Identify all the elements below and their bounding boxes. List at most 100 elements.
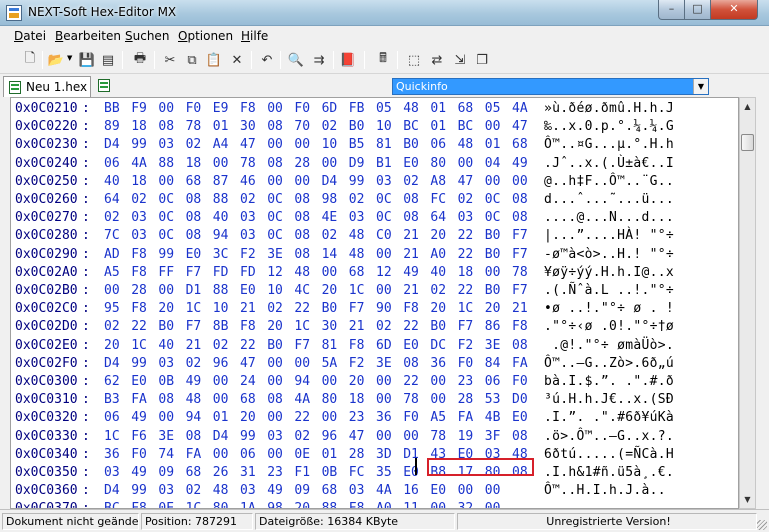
resize-grip[interactable] <box>757 520 767 530</box>
hex-byte[interactable]: 00 <box>376 246 392 264</box>
hex-byte[interactable]: 08 <box>186 209 202 227</box>
hex-byte[interactable]: 01 <box>430 100 446 118</box>
hex-byte[interactable]: 6D <box>376 337 392 355</box>
hex-byte[interactable]: 0E <box>294 446 310 464</box>
hex-byte[interactable]: 3D <box>376 446 392 464</box>
hex-byte[interactable]: 00 <box>376 428 392 446</box>
open-folder-icon[interactable]: 📂 <box>46 50 66 70</box>
hex-byte[interactable]: 64 <box>104 191 120 209</box>
hex-byte[interactable]: 0B <box>322 464 338 482</box>
hex-byte[interactable]: 02 <box>294 428 310 446</box>
hex-byte[interactable]: 02 <box>349 191 365 209</box>
hex-byte[interactable]: 3C <box>213 246 229 264</box>
print-icon[interactable]: 🖶 <box>130 50 150 70</box>
hex-byte[interactable]: B3 <box>104 391 120 409</box>
hex-byte[interactable]: 80 <box>322 391 338 409</box>
hex-byte[interactable]: 84 <box>485 355 501 373</box>
hex-byte[interactable]: 1C <box>186 500 202 508</box>
hex-byte[interactable]: E0 <box>512 409 528 427</box>
hex-byte[interactable]: E0 <box>240 282 256 300</box>
hex-byte[interactable]: 00 <box>485 118 501 136</box>
delete-icon[interactable]: ✕ <box>227 50 247 70</box>
hex-byte[interactable]: 78 <box>403 391 419 409</box>
hex-byte[interactable]: 94 <box>294 373 310 391</box>
hex-byte[interactable]: 06 <box>240 446 256 464</box>
hex-byte[interactable]: D4 <box>104 136 120 154</box>
calculator-icon[interactable]: 🖩 <box>373 50 393 70</box>
hex-byte[interactable]: 20 <box>104 337 120 355</box>
hex-byte[interactable]: 02 <box>267 300 283 318</box>
hex-byte[interactable]: 00 <box>322 155 338 173</box>
hex-byte[interactable]: F8 <box>240 100 256 118</box>
ascii-column[interactable]: bà.I.$.”. .".#.ð <box>544 373 674 391</box>
hex-byte[interactable]: 31 <box>240 464 256 482</box>
hex-byte[interactable]: 53 <box>485 391 501 409</box>
hex-byte[interactable]: A5 <box>430 409 446 427</box>
hex-byte[interactable]: B0 <box>349 118 365 136</box>
hex-byte[interactable]: 80 <box>213 500 229 508</box>
hex-byte[interactable]: F0 <box>186 100 202 118</box>
hex-byte[interactable]: 03 <box>349 482 365 500</box>
maximize-button[interactable]: □ <box>684 0 711 20</box>
new-file-icon[interactable]: 🗋 <box>20 50 40 70</box>
hex-byte[interactable]: 1C <box>349 282 365 300</box>
hex-byte[interactable]: 48 <box>349 246 365 264</box>
hex-byte[interactable]: 68 <box>349 264 365 282</box>
quickinfo-dropdown[interactable]: Quickinfo ▼ <box>392 78 709 95</box>
hex-byte[interactable]: 08 <box>186 191 202 209</box>
hex-byte[interactable]: 99 <box>158 246 174 264</box>
hex-byte[interactable]: 00 <box>403 428 419 446</box>
hex-byte[interactable]: 02 <box>322 227 338 245</box>
close-button[interactable]: ✕ <box>710 0 758 20</box>
hex-byte[interactable]: F7 <box>512 227 528 245</box>
hex-byte[interactable]: 03 <box>349 209 365 227</box>
ascii-column[interactable]: Ô™..¤G...µ.°.H.h <box>544 136 674 154</box>
hex-byte[interactable]: 0C <box>485 191 501 209</box>
hex-byte[interactable]: 48 <box>403 100 419 118</box>
hex-byte[interactable]: 00 <box>267 409 283 427</box>
hex-byte[interactable]: 86 <box>485 318 501 336</box>
hex-byte[interactable]: 4C <box>294 282 310 300</box>
hex-byte[interactable]: 10 <box>376 118 392 136</box>
hex-byte[interactable]: 8B <box>213 318 229 336</box>
hex-byte[interactable]: 21 <box>403 246 419 264</box>
export-icon[interactable]: ⇲ <box>450 50 470 70</box>
hex-byte[interactable]: 20 <box>240 409 256 427</box>
hex-byte[interactable]: 40 <box>104 173 120 191</box>
hex-byte[interactable]: 12 <box>267 264 283 282</box>
hex-byte[interactable]: 03 <box>158 355 174 373</box>
hex-byte[interactable]: 02 <box>186 355 202 373</box>
hex-byte[interactable]: 02 <box>104 318 120 336</box>
hex-byte[interactable]: 00 <box>267 136 283 154</box>
hex-byte[interactable]: BC <box>403 118 419 136</box>
hex-byte[interactable]: DC <box>430 337 446 355</box>
hex-byte[interactable]: 08 <box>294 227 310 245</box>
hex-byte[interactable]: 36 <box>104 446 120 464</box>
hex-byte[interactable]: 08 <box>186 428 202 446</box>
hex-byte[interactable]: 22 <box>294 409 310 427</box>
hex-byte[interactable]: 18 <box>349 391 365 409</box>
hex-byte[interactable]: 95 <box>104 300 120 318</box>
hex-byte[interactable]: 94 <box>186 409 202 427</box>
hex-byte[interactable]: 00 <box>458 482 474 500</box>
ascii-column[interactable]: ‰..x.0.p.°.¼.¼.G <box>544 118 674 136</box>
ascii-column[interactable]: ....@...N...d... <box>544 209 674 227</box>
hex-byte[interactable]: 03 <box>158 136 174 154</box>
hex-byte[interactable]: 03 <box>458 209 474 227</box>
hex-byte[interactable]: F0 <box>512 373 528 391</box>
hex-byte[interactable]: 06 <box>430 136 446 154</box>
hex-byte[interactable]: BC <box>458 118 474 136</box>
hex-byte[interactable]: B0 <box>267 337 283 355</box>
hex-byte[interactable]: 47 <box>458 173 474 191</box>
hex-byte[interactable]: 10 <box>322 136 338 154</box>
hex-byte[interactable]: 00 <box>322 264 338 282</box>
hex-byte[interactable]: FB <box>349 100 365 118</box>
hex-byte[interactable]: 7C <box>104 227 120 245</box>
ascii-column[interactable]: •ø ..!."°÷ ø . ! <box>544 300 674 318</box>
hex-byte[interactable]: 49 <box>512 155 528 173</box>
hex-byte[interactable]: 49 <box>186 373 202 391</box>
hex-byte[interactable]: 81 <box>376 136 392 154</box>
hex-byte[interactable]: 00 <box>430 391 446 409</box>
hex-byte[interactable]: B0 <box>485 227 501 245</box>
hex-byte[interactable]: 1C <box>458 300 474 318</box>
